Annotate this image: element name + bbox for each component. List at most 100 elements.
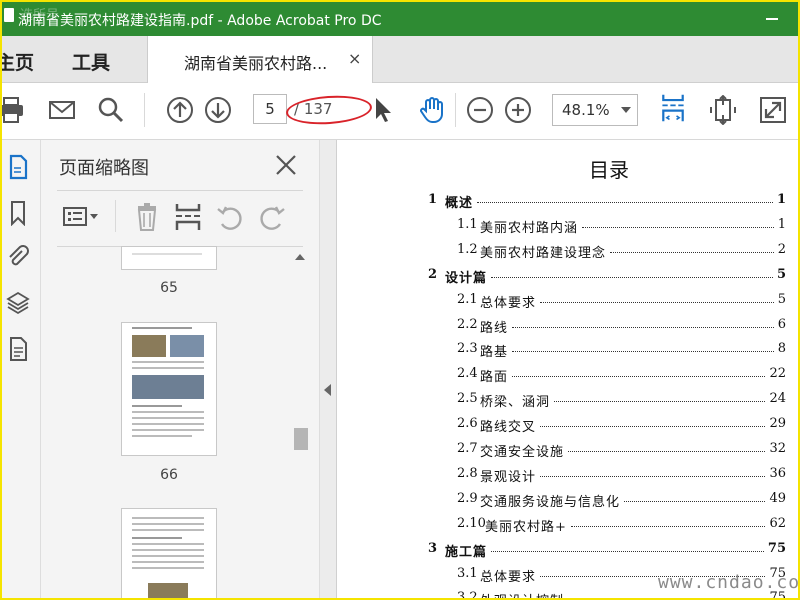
page-thumbnails-icon[interactable]: [6, 154, 30, 180]
toc-leader-dots: [491, 265, 773, 278]
top-watermark: 选所号: [20, 8, 60, 23]
thumbnail-page[interactable]: [121, 508, 217, 598]
layers-icon[interactable]: [6, 290, 30, 316]
toc-entry-page: 36: [769, 465, 786, 481]
toc-entry-text: 景观设计: [480, 469, 537, 485]
scroll-up-icon[interactable]: [295, 254, 305, 260]
toc-leader-dots: [610, 240, 774, 253]
toc-entry[interactable]: 2.6 路线交叉 29: [337, 416, 786, 438]
toc-leader-dots: [554, 389, 765, 403]
toc-entry[interactable]: 2.3 路基 8: [337, 341, 786, 363]
thumbnail-page-number: 65: [160, 280, 178, 296]
toc-entry[interactable]: 2.8 景观设计 36: [337, 466, 786, 488]
tab-document[interactable]: 湖南省美丽农村路... ×: [147, 36, 373, 83]
panel-toolbar-divider: [115, 200, 116, 232]
toc-entry-number: 3.2: [457, 590, 478, 600]
attachment-icon[interactable]: [6, 244, 30, 270]
toc-entry-text: 路基: [480, 345, 509, 361]
toc-leader-dots: [568, 439, 765, 452]
app-frame: 湖南省美丽农村路建设指南.pdf - Adobe Acrobat Pro DC …: [0, 0, 800, 600]
close-tab-icon[interactable]: ×: [348, 49, 361, 68]
zoom-out-icon[interactable]: [465, 95, 495, 125]
toolbar-divider: [455, 93, 456, 127]
toc-entry-number: 1.2: [457, 241, 478, 257]
thumbnail-page-number: 66: [160, 467, 178, 483]
toc-entry-text: 美丽农村路建设理念: [480, 245, 607, 261]
zoom-in-icon[interactable]: [503, 95, 533, 125]
rotate-cw-icon[interactable]: [257, 202, 287, 232]
page-thumbnails-panel: 页面缩略图 65 66: [41, 140, 320, 598]
toc-entry[interactable]: 1.1 美丽农村路内涵 1: [337, 217, 786, 239]
toc-entry-page: 2: [777, 241, 786, 257]
toc-entry[interactable]: 2.7 交通安全设施 32: [337, 441, 786, 463]
toc-entry[interactable]: 3 施工篇 75: [337, 541, 786, 563]
print-icon[interactable]: [0, 95, 26, 125]
panel-collapse-handle[interactable]: [320, 140, 337, 598]
toc-entry-text: 设计篇: [445, 270, 488, 286]
delete-icon[interactable]: [132, 202, 162, 232]
thumbnail-page[interactable]: [121, 246, 217, 270]
toc-entry[interactable]: 2.10 美丽农村路+ 62: [337, 516, 786, 538]
toc-entry[interactable]: 2.9 交通服务设施与信息化 49: [337, 491, 786, 513]
toolbar: 5 / 137 48.1%: [2, 83, 798, 140]
toc-entry[interactable]: 1 概述 1: [337, 192, 786, 214]
toc-entry-text: 概述: [445, 196, 474, 211]
title-bar: 湖南省美丽农村路建设指南.pdf - Adobe Acrobat Pro DC …: [2, 2, 798, 36]
next-page-icon[interactable]: [203, 95, 233, 125]
zoom-select[interactable]: 48.1%: [552, 94, 638, 126]
toc-entry-page: 62: [769, 515, 786, 531]
thumbnail-page[interactable]: [121, 322, 217, 456]
toc-entry-text: 施工篇: [445, 544, 488, 560]
extract-pages-icon[interactable]: [173, 202, 203, 232]
toc-entry[interactable]: 2.1 总体要求 5: [337, 292, 786, 314]
toc-leader-dots: [477, 190, 773, 203]
toc-entry[interactable]: 2.2 路线 6: [337, 317, 786, 339]
thumbnail-scrollbar[interactable]: [294, 250, 308, 598]
toc-entry[interactable]: 2.4 路面 22: [337, 366, 786, 388]
select-cursor-icon[interactable]: [368, 95, 398, 125]
fullscreen-icon[interactable]: [758, 95, 788, 125]
toc-entry-text: 交通服务设施与信息化: [480, 494, 621, 510]
toc-leader-dots: [512, 315, 774, 328]
toc-title: 目录: [589, 158, 629, 182]
minimize-button[interactable]: [754, 4, 784, 28]
content-icon[interactable]: [6, 336, 30, 362]
tab-tools[interactable]: 工具: [72, 48, 110, 75]
panel-title: 页面缩略图: [59, 158, 149, 179]
prev-page-icon[interactable]: [165, 95, 195, 125]
toc-entry-page: 22: [769, 366, 786, 382]
scrollbar-thumb[interactable]: [294, 428, 308, 450]
rotate-ccw-icon[interactable]: [215, 202, 245, 232]
toc-leader-dots: [571, 514, 765, 527]
toc-entry[interactable]: 1.2 美丽农村路建设理念 2: [337, 242, 786, 264]
rotate-view-icon[interactable]: [708, 95, 738, 125]
toc-entry-page: 1: [776, 192, 786, 207]
close-icon[interactable]: [273, 152, 299, 178]
toc-entry-page: 1: [777, 216, 786, 232]
toc-entry-number: 1: [428, 192, 438, 207]
toc-entry-text: 路面: [480, 370, 509, 386]
toc-entry-page: 32: [769, 441, 786, 456]
document-icon: [4, 8, 14, 22]
toc-entry-number: 2.8: [457, 465, 478, 481]
toc-entry[interactable]: 2 设计篇 5: [337, 267, 786, 289]
toc-entry-page: 5: [777, 291, 786, 307]
fit-page-icon[interactable]: [658, 93, 688, 123]
toc-entry-text: 总体要求: [480, 569, 537, 585]
toc-entry-text: 桥梁、涵洞: [480, 395, 551, 411]
document-view[interactable]: 目录 1 概述 1 1.1 美丽农村路内涵 1 1.2 美丽农村路建设理念 2 2 设计篇 5 2.1 总…: [337, 140, 798, 600]
mail-icon[interactable]: [47, 95, 77, 125]
hand-icon[interactable]: [417, 95, 447, 125]
toc-entry[interactable]: 2.5 桥梁、涵洞 24: [337, 391, 786, 413]
bookmark-icon[interactable]: [6, 200, 30, 226]
document-tab-label: 湖南省美丽农村路...: [184, 54, 328, 73]
page-number-input[interactable]: 5: [253, 94, 287, 124]
toc-entry-page: 24: [769, 391, 786, 407]
tab-home[interactable]: 主页: [2, 48, 34, 75]
toc-entry-text: 交通安全设施: [480, 445, 565, 460]
toc-entry-number: 2.5: [457, 391, 478, 407]
toc-entry-number: 2.4: [457, 366, 478, 382]
options-menu-icon[interactable]: [61, 202, 101, 232]
search-icon[interactable]: [96, 95, 126, 125]
navigation-rail: [2, 140, 41, 598]
